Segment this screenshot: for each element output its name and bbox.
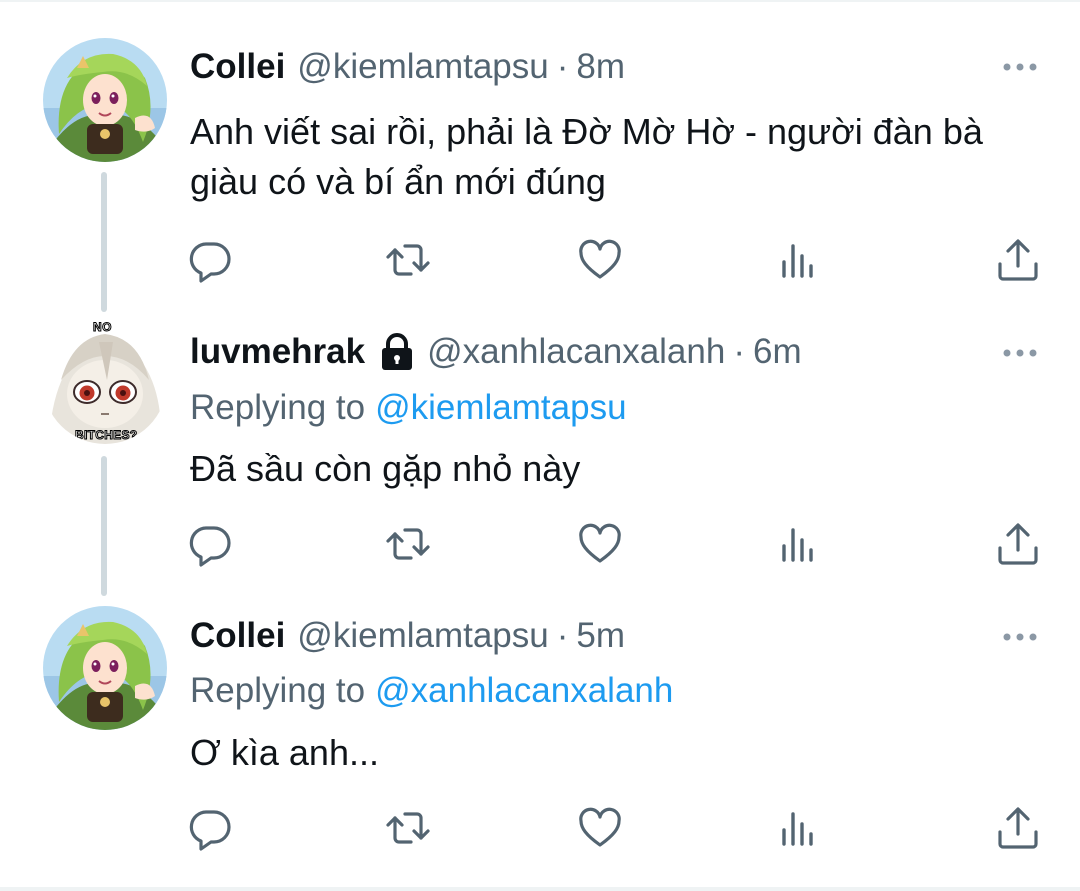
views-icon[interactable] xyxy=(774,804,822,852)
mention-link[interactable]: @xanhlacanxalanh xyxy=(375,671,673,710)
replying-to: Replying to @kiemlamtapsu xyxy=(190,388,627,428)
user-handle[interactable]: @xanhlacanxalanh xyxy=(427,332,725,372)
collei-avatar[interactable] xyxy=(43,38,167,162)
like-icon[interactable] xyxy=(576,520,624,568)
display-name[interactable]: Collei xyxy=(190,47,285,87)
tweet-text: Đã sầu còn gặp nhỏ này xyxy=(190,448,581,489)
lock-icon xyxy=(379,332,415,372)
tweet-text: Anh viết sai rồi, phải là Đờ Mờ Hờ - ngư… xyxy=(190,111,983,202)
more-options-icon[interactable] xyxy=(1000,630,1040,644)
views-icon[interactable] xyxy=(774,236,822,284)
separator-dot: · xyxy=(556,47,569,86)
display-name[interactable]: Collei xyxy=(190,616,285,656)
replying-to-label: Replying to xyxy=(190,388,366,427)
like-icon[interactable] xyxy=(576,236,624,284)
display-name[interactable]: luvmehrak xyxy=(190,332,365,372)
like-icon[interactable] xyxy=(576,804,624,852)
mention-link[interactable]: @kiemlamtapsu xyxy=(375,388,626,427)
timestamp[interactable]: 5m xyxy=(576,616,625,656)
replying-to-label: Replying to xyxy=(190,671,366,710)
reply-icon[interactable] xyxy=(186,236,234,284)
bottom-divider xyxy=(0,887,1080,891)
separator-dot: · xyxy=(556,616,569,655)
action-bar xyxy=(0,236,1080,284)
retweet-icon[interactable] xyxy=(384,804,432,852)
action-bar xyxy=(0,804,1080,852)
retweet-icon[interactable] xyxy=(384,520,432,568)
share-icon[interactable] xyxy=(994,520,1042,568)
avatar-caption-top: NO xyxy=(93,320,113,335)
more-options-icon[interactable] xyxy=(1000,60,1040,74)
tweet-text: Ơ kìa anh... xyxy=(190,732,379,773)
user-handle[interactable]: @kiemlamtapsu xyxy=(297,47,548,87)
user-handle[interactable]: @kiemlamtapsu xyxy=(297,616,548,656)
reply-icon[interactable] xyxy=(186,804,234,852)
plush-avatar[interactable]: NO BITCHES? xyxy=(43,320,167,444)
views-icon[interactable] xyxy=(774,520,822,568)
share-icon[interactable] xyxy=(994,804,1042,852)
replying-to: Replying to @xanhlacanxalanh xyxy=(190,671,673,711)
share-icon[interactable] xyxy=(994,236,1042,284)
avatar-caption-bottom: BITCHES? xyxy=(74,428,138,443)
top-divider xyxy=(0,0,1080,2)
more-options-icon[interactable] xyxy=(1000,346,1040,360)
timestamp[interactable]: 8m xyxy=(576,47,625,87)
collei-avatar[interactable] xyxy=(43,606,167,730)
timestamp[interactable]: 6m xyxy=(753,332,802,372)
action-bar xyxy=(0,520,1080,568)
reply-icon[interactable] xyxy=(186,520,234,568)
retweet-icon[interactable] xyxy=(384,236,432,284)
separator-dot: · xyxy=(733,332,745,371)
